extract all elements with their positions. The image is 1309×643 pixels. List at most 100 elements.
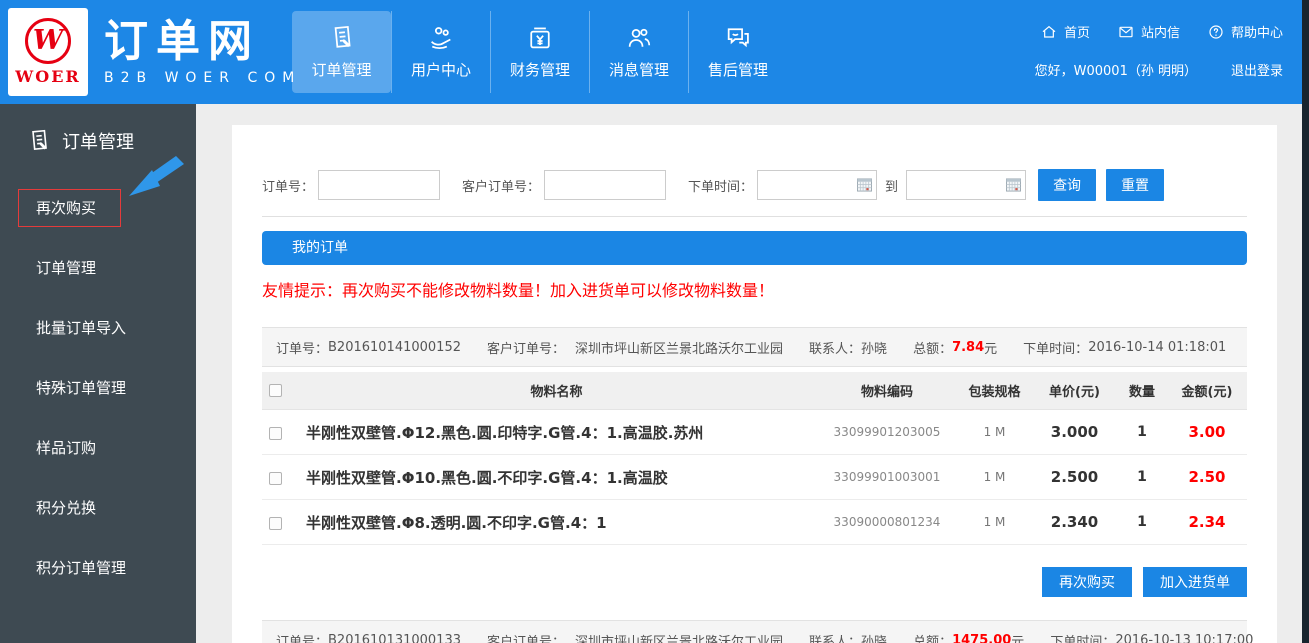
item-qty: 1 bbox=[1117, 469, 1167, 485]
item-price: 2.500 bbox=[1032, 468, 1117, 486]
col-header-spec: 包装规格 bbox=[957, 381, 1032, 400]
logo-brand-text: WOER bbox=[15, 67, 80, 86]
order-no-label: 订单号： bbox=[276, 338, 328, 357]
customer-order-no-input[interactable] bbox=[544, 170, 666, 200]
home-link[interactable]: 首页 bbox=[1041, 22, 1090, 41]
item-amount: 2.34 bbox=[1167, 513, 1247, 531]
order-no-label: 订单号： bbox=[276, 631, 328, 643]
sidebar-item-order-management[interactable]: 订单管理 bbox=[0, 238, 196, 298]
add-to-purchase-list-button[interactable]: 加入进货单 bbox=[1143, 567, 1247, 597]
sidebar-item-label: 订单管理 bbox=[36, 259, 96, 277]
item-spec: 1 M bbox=[957, 515, 1032, 529]
search-filter-bar: 订单号： 客户订单号： 下单时间： 到 bbox=[262, 169, 1247, 201]
item-qty: 1 bbox=[1117, 424, 1167, 440]
order-no-input[interactable] bbox=[318, 170, 440, 200]
order-actions: 再次购买 加入进货单 bbox=[262, 567, 1247, 597]
order-time-value: 2016-10-13 10:17:00 bbox=[1115, 633, 1253, 643]
col-header-name: 物料名称 bbox=[296, 381, 817, 400]
items-table: 物料名称 物料编码 包装规格 单价(元) 数量 金额(元) 半刚性双壁管.Φ12… bbox=[262, 372, 1247, 545]
item-name: 半刚性双壁管.Φ8.透明.圆.不印字.G管.4：1 bbox=[296, 512, 817, 533]
contact-label: 联系人： bbox=[809, 338, 861, 357]
inbox-link[interactable]: 站内信 bbox=[1118, 22, 1180, 41]
help-link[interactable]: 帮助中心 bbox=[1208, 22, 1283, 41]
calendar-icon[interactable] bbox=[857, 178, 872, 192]
nav-tab-order-management[interactable]: 订单管理 bbox=[292, 11, 391, 93]
item-code: 33090000801234 bbox=[817, 515, 957, 529]
date-range-to-label: 到 bbox=[885, 176, 898, 195]
sidebar-item-label: 样品订购 bbox=[36, 439, 96, 457]
delivery-address: 深圳市坪山新区兰景北路沃尔工业园 bbox=[575, 338, 783, 357]
after-sales-chat-icon bbox=[724, 24, 752, 52]
nav-tab-label: 售后管理 bbox=[708, 59, 768, 80]
logout-link[interactable]: 退出登录 bbox=[1231, 60, 1283, 79]
total-unit: 元 bbox=[984, 338, 997, 357]
row-checkbox[interactable] bbox=[269, 517, 282, 530]
sidebar-item-batch-order-import[interactable]: 批量订单导入 bbox=[0, 298, 196, 358]
order-clipboard-icon bbox=[328, 24, 356, 52]
item-code: 33099901203005 bbox=[817, 425, 957, 439]
message-users-icon bbox=[625, 24, 653, 52]
order-no-label: 订单号： bbox=[262, 176, 314, 195]
col-header-price: 单价(元) bbox=[1032, 381, 1117, 400]
site-title: 订单网 bbox=[104, 18, 301, 66]
sidebar-item-points-redeem[interactable]: 积分兑换 bbox=[0, 478, 196, 538]
order-no-value: B201610131000133 bbox=[328, 633, 461, 643]
sidebar-item-special-orders[interactable]: 特殊订单管理 bbox=[0, 358, 196, 418]
item-spec: 1 M bbox=[957, 425, 1032, 439]
mail-icon bbox=[1118, 24, 1134, 40]
item-name: 半刚性双壁管.Φ10.黑色.圆.不印字.G管.4：1.高温胶 bbox=[296, 467, 817, 488]
table-row: 半刚性双壁管.Φ12.黑色.圆.印特字.G管.4：1.高温胶.苏州 330999… bbox=[262, 410, 1247, 455]
scrollbar[interactable] bbox=[1302, 0, 1309, 643]
friendly-notice: 友情提示：再次购买不能修改物料数量！加入进货单可以修改物料数量！ bbox=[262, 277, 1247, 301]
reset-button[interactable]: 重置 bbox=[1106, 169, 1164, 201]
table-header-row: 物料名称 物料编码 包装规格 单价(元) 数量 金额(元) bbox=[262, 372, 1247, 410]
divider bbox=[262, 216, 1247, 217]
query-button[interactable]: 查询 bbox=[1038, 169, 1096, 201]
content-card: 订单号： 客户订单号： 下单时间： 到 bbox=[232, 125, 1277, 643]
help-icon bbox=[1208, 24, 1224, 40]
main-content: 订单号： 客户订单号： 下单时间： 到 bbox=[196, 104, 1302, 643]
row-checkbox[interactable] bbox=[269, 472, 282, 485]
item-amount: 3.00 bbox=[1167, 423, 1247, 441]
order-time-label: 下单时间： bbox=[688, 176, 753, 195]
woer-circle-icon: W bbox=[25, 18, 71, 64]
home-icon bbox=[1041, 24, 1057, 40]
home-link-label: 首页 bbox=[1064, 22, 1090, 41]
main-nav: 订单管理 用户中心 财务管理 消息管理 bbox=[292, 11, 787, 93]
nav-tab-user-center[interactable]: 用户中心 bbox=[391, 11, 490, 93]
sidebar-item-buy-again[interactable]: 再次购买 bbox=[0, 178, 196, 238]
logo[interactable]: W WOER 订单网 B2B WOER COM bbox=[8, 8, 301, 96]
item-amount: 2.50 bbox=[1167, 468, 1247, 486]
nav-tab-label: 财务管理 bbox=[510, 59, 570, 80]
row-checkbox[interactable] bbox=[269, 427, 282, 440]
top-header: W WOER 订单网 B2B WOER COM 订单管理 用户中心 bbox=[0, 0, 1309, 104]
customer-order-no-label: 客户订单号： bbox=[462, 176, 540, 195]
nav-tab-label: 消息管理 bbox=[609, 59, 669, 80]
calendar-icon[interactable] bbox=[1006, 178, 1021, 192]
buy-again-button[interactable]: 再次购买 bbox=[1042, 567, 1132, 597]
sidebar-item-points-orders[interactable]: 积分订单管理 bbox=[0, 538, 196, 598]
select-all-checkbox[interactable] bbox=[269, 384, 282, 397]
table-row: 半刚性双壁管.Φ10.黑色.圆.不印字.G管.4：1.高温胶 330999010… bbox=[262, 455, 1247, 500]
total-label: 总额： bbox=[913, 338, 952, 357]
sidebar-item-label: 积分订单管理 bbox=[36, 559, 126, 577]
sidebar-item-sample-purchase[interactable]: 样品订购 bbox=[0, 418, 196, 478]
sidebar-header: 订单管理 bbox=[0, 104, 196, 154]
order-no-value: B201610141000152 bbox=[328, 340, 461, 355]
delivery-address: 深圳市坪山新区兰景北路沃尔工业园 bbox=[575, 631, 783, 643]
total-unit: 元 bbox=[1011, 631, 1024, 643]
total-amount: 1475.00 bbox=[952, 633, 1011, 643]
customer-order-label: 客户订单号： bbox=[487, 338, 565, 357]
logo-emblem: W WOER bbox=[8, 8, 88, 96]
nav-tab-after-sales[interactable]: 售后管理 bbox=[688, 11, 787, 93]
order-block: 订单号： B201610141000152 客户订单号： 深圳市坪山新区兰景北路… bbox=[262, 327, 1247, 597]
logo-monogram: W bbox=[33, 25, 63, 56]
nav-tab-finance[interactable]: 财务管理 bbox=[490, 11, 589, 93]
contact-label: 联系人： bbox=[809, 631, 861, 643]
order-time-label: 下单时间： bbox=[1023, 338, 1088, 357]
nav-tab-messages[interactable]: 消息管理 bbox=[589, 11, 688, 93]
item-price: 2.340 bbox=[1032, 513, 1117, 531]
sidebar-item-label: 积分兑换 bbox=[36, 499, 96, 517]
contact-value: 孙晓 bbox=[861, 338, 887, 357]
customer-order-label: 客户订单号： bbox=[487, 631, 565, 643]
